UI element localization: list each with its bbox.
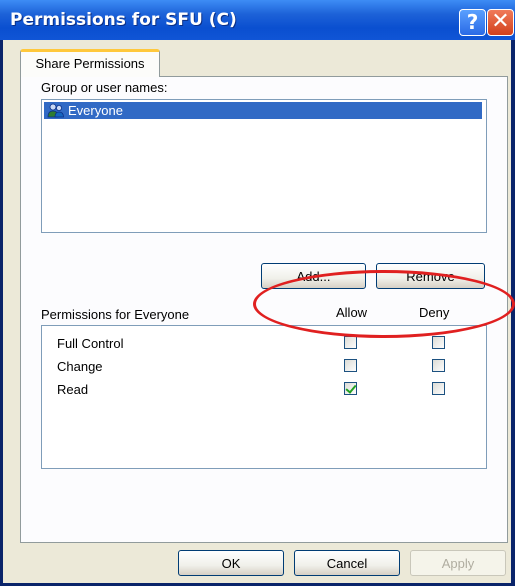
deny-checkbox-read[interactable] — [432, 382, 445, 395]
permissions-header: Permissions for Everyone — [41, 307, 190, 322]
deny-column-header: Deny — [419, 305, 450, 320]
deny-checkbox-change[interactable] — [432, 359, 445, 372]
list-item-everyone[interactable]: Everyone — [44, 102, 482, 119]
permission-label: Read — [57, 382, 89, 397]
tab-share-permissions[interactable]: Share Permissions — [20, 49, 160, 77]
dialog-title: Permissions for SFU (C) — [10, 10, 237, 30]
close-button[interactable]: ✕ — [487, 9, 514, 36]
permission-label: Change — [57, 359, 103, 374]
title-bar[interactable]: Permissions for SFU (C) ? ✕ — [0, 0, 515, 40]
permission-label: Full Control — [57, 336, 124, 351]
add-button[interactable]: Add... — [261, 263, 366, 289]
permissions-dialog: Permissions for SFU (C) ? ✕ Share Permis… — [0, 0, 515, 586]
group-user-list[interactable]: Everyone — [41, 99, 487, 233]
users-group-icon — [47, 103, 65, 118]
allow-checkbox-full-control[interactable] — [344, 336, 357, 349]
help-button[interactable]: ? — [459, 9, 486, 36]
cancel-button[interactable]: Cancel — [294, 550, 400, 576]
dialog-body: Share Permissions Group or user names: E… — [3, 40, 515, 583]
tab-panel: Group or user names: Everyone Add... Rem… — [20, 76, 508, 543]
permission-row-full-control: Full Control — [42, 334, 486, 356]
allow-checkbox-read[interactable] — [344, 382, 357, 395]
remove-button[interactable]: Remove — [376, 263, 485, 289]
permission-row-read: Read — [42, 380, 486, 402]
deny-checkbox-full-control[interactable] — [432, 336, 445, 349]
apply-button[interactable]: Apply — [410, 550, 506, 576]
group-list-label: Group or user names: — [41, 80, 168, 95]
allow-column-header: Allow — [336, 305, 368, 320]
permission-row-change: Change — [42, 357, 486, 379]
list-item-label: Everyone — [68, 103, 123, 118]
ok-button[interactable]: OK — [178, 550, 284, 576]
allow-checkbox-change[interactable] — [344, 359, 357, 372]
permissions-list: Full Control Change Read — [41, 325, 487, 469]
